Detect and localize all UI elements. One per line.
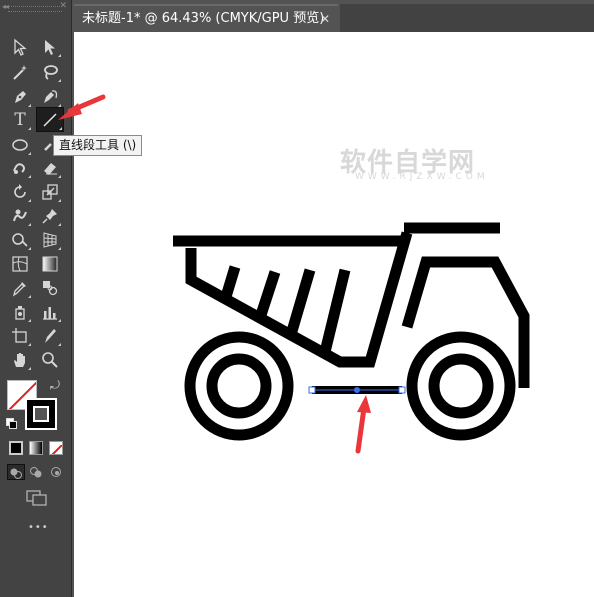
tool-tooltip: 直线段工具 (\): [53, 135, 143, 156]
annotation-arrow: [58, 94, 106, 120]
bed-rib: [219, 265, 241, 302]
rear-wheel-outer: [184, 331, 294, 441]
selected-line-segment[interactable]: [308, 386, 406, 394]
bed-rib: [319, 268, 351, 354]
anchor-point: [398, 386, 406, 394]
bed-rib: [254, 270, 281, 320]
rear-wheel-inner: [206, 353, 272, 419]
dump-truck-artwork: [58, 94, 530, 454]
bed-rib: [284, 268, 316, 340]
annotation-arrow: [355, 395, 371, 454]
front-wheel-inner: [428, 353, 494, 419]
anchor-point: [308, 386, 316, 394]
dump-truck-drawing[interactable]: [173, 222, 530, 441]
center-point: [354, 387, 360, 393]
front-wheel-outer: [406, 331, 516, 441]
